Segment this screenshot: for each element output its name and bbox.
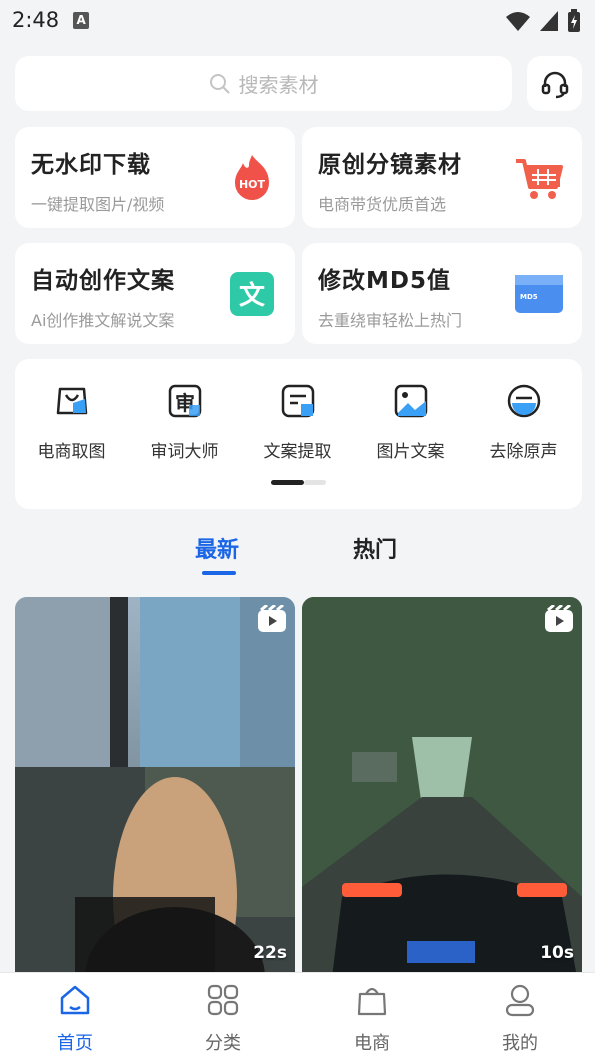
- svg-text:文: 文: [239, 280, 266, 311]
- feature-card-no-watermark[interactable]: 无水印下载 一键提取图片/视频 HOT: [15, 127, 295, 228]
- search-input[interactable]: 搜索素材: [15, 56, 512, 111]
- feature-card-modify-md5[interactable]: 修改MD5值 去重绕审轻松上热门 MD5: [302, 243, 582, 344]
- nav-label: 电商: [354, 1033, 390, 1054]
- document-icon: [281, 384, 314, 418]
- feature-card-original-storyboard[interactable]: 原创分镜素材 电商带货优质首选: [302, 127, 582, 228]
- svg-text:MD5: MD5: [520, 293, 538, 301]
- nav-category[interactable]: 分类: [173, 983, 273, 1055]
- feature-card-auto-copywriting[interactable]: 自动创作文案 Ai创作推文解说文案 文: [15, 243, 295, 344]
- nav-label: 首页: [57, 1033, 93, 1054]
- audit-icon: 审: [168, 384, 201, 418]
- video-thumbnail: [15, 597, 295, 977]
- video-duration: 10s: [540, 943, 574, 963]
- status-time: 2:48: [12, 8, 60, 32]
- content-tabs: 最新 热门: [0, 528, 595, 578]
- bag-icon: [357, 987, 387, 1016]
- customer-service-button[interactable]: [527, 56, 582, 111]
- svg-text:HOT: HOT: [239, 178, 266, 191]
- wifi-icon: [506, 12, 530, 31]
- tools-panel: 电商取图 审 审词大师 文案提取 图片文案 去除原声: [15, 359, 582, 509]
- tool-label: 文案提取: [263, 442, 332, 462]
- tool-image-copy[interactable]: 图片文案: [354, 383, 467, 462]
- video-card[interactable]: 10s: [302, 597, 582, 977]
- hot-icon: HOT: [235, 155, 269, 200]
- tab-latest[interactable]: 最新: [195, 532, 239, 564]
- tool-label: 图片文案: [376, 442, 445, 462]
- bottom-nav: 首页 分类 电商 我的: [0, 972, 595, 1057]
- grid-icon: [207, 984, 239, 1016]
- page-indicator-active: [271, 480, 304, 485]
- tool-label: 电商取图: [37, 442, 106, 462]
- md5-card-icon: MD5: [515, 275, 563, 313]
- video-icon: [545, 605, 573, 632]
- tab-popular[interactable]: 热门: [353, 532, 397, 564]
- tool-copy-extract[interactable]: 文案提取: [241, 383, 354, 462]
- home-icon: [60, 985, 90, 1015]
- image-icon: [394, 384, 427, 418]
- mute-icon: [507, 384, 540, 418]
- tool-remove-audio[interactable]: 去除原声: [467, 383, 580, 462]
- status-icons: [505, 9, 581, 33]
- video-card[interactable]: 22s: [15, 597, 295, 977]
- nav-ecommerce[interactable]: 电商: [322, 983, 422, 1055]
- wen-icon: 文: [230, 272, 274, 316]
- video-icon: [258, 605, 286, 632]
- tools-page-indicator: [271, 480, 326, 485]
- tool-ecommerce-image[interactable]: 电商取图: [15, 383, 128, 462]
- page-indicator-inactive: [304, 480, 326, 485]
- tool-label: 去除原声: [489, 442, 558, 462]
- nav-label: 我的: [502, 1033, 538, 1054]
- search-row: 搜索素材: [15, 56, 582, 111]
- nav-home[interactable]: 首页: [25, 983, 125, 1055]
- video-thumbnail: [302, 597, 582, 977]
- nav-label: 分类: [205, 1033, 241, 1054]
- cart-icon: [516, 159, 563, 199]
- search-placeholder: 搜索素材: [238, 73, 319, 97]
- nav-profile[interactable]: 我的: [470, 983, 570, 1055]
- shopping-bag-icon: [56, 387, 87, 415]
- tool-audit-master[interactable]: 审 审词大师: [128, 383, 241, 462]
- battery-icon: [568, 9, 580, 32]
- search-icon: [209, 73, 230, 94]
- headset-icon: [541, 71, 568, 98]
- user-icon: [505, 984, 535, 1017]
- video-duration: 22s: [253, 943, 287, 963]
- status-bar: 2:48 A: [0, 0, 595, 40]
- tab-underline: [202, 571, 236, 575]
- tool-label: 审词大师: [150, 442, 219, 462]
- signal-icon: [540, 11, 558, 31]
- accessibility-icon: A: [73, 11, 90, 29]
